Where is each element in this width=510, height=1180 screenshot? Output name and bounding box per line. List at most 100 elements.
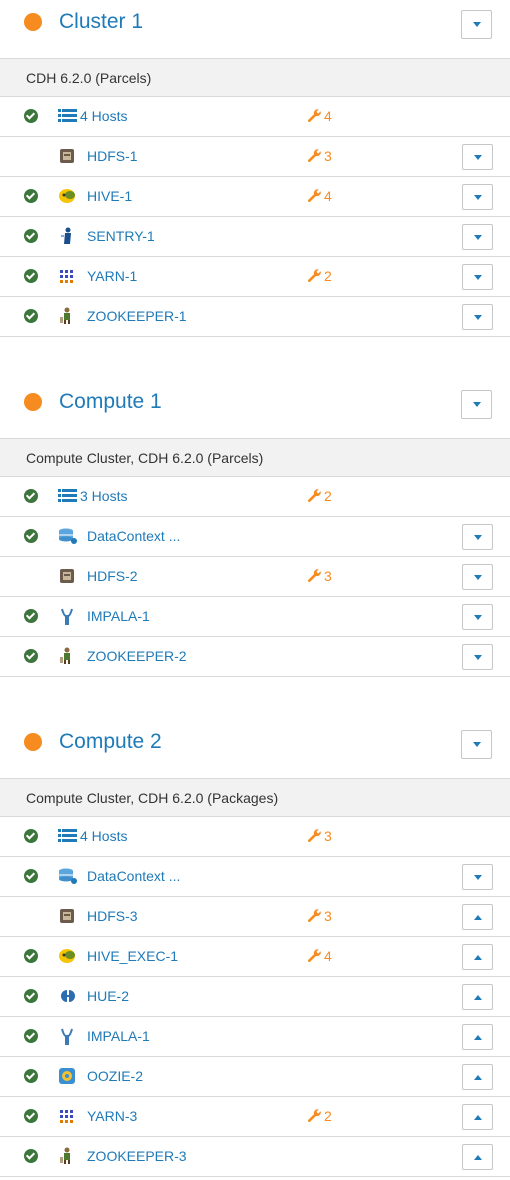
config-issues-link[interactable]: 3 [307,137,332,176]
caret-up-icon [473,1154,482,1160]
config-issues-count: 4 [324,188,332,204]
wrench-icon [308,909,321,922]
config-issues-link[interactable]: 4 [307,177,332,216]
cluster-version-label: CDH 6.2.0 (Parcels) [0,58,510,97]
dropdown-button[interactable] [462,644,493,670]
zookeeper-icon [58,1147,76,1165]
config-issues-link[interactable]: 3 [307,817,332,856]
service-row: HDFS-1 3 [0,137,510,177]
good-health-icon [24,1069,38,1083]
good-health-icon [24,869,38,883]
service-name-link[interactable]: ZOOKEEPER-1 [87,297,187,336]
caret-down-icon [473,274,482,280]
wrench-icon [308,1109,321,1122]
dropdown-button[interactable] [462,1064,493,1090]
dropdown-button[interactable] [461,10,492,39]
hosts-link[interactable]: 4 Hosts [80,97,127,136]
config-issues-count: 2 [324,1108,332,1124]
dropdown-button[interactable] [462,264,493,290]
service-name-link[interactable]: YARN-1 [87,257,137,296]
impala-icon [58,1027,76,1045]
caret-down-icon [473,654,482,660]
hive-icon [58,947,76,965]
dropdown-button[interactable] [462,304,493,330]
good-health-icon [24,829,38,843]
config-issues-link[interactable]: 2 [307,477,332,516]
service-name-link[interactable]: ZOOKEEPER-2 [87,637,187,676]
service-name-link[interactable]: HIVE_EXEC-1 [87,937,178,976]
config-issues-count: 2 [324,268,332,284]
cluster-name-link[interactable]: Compute 2 [59,728,162,756]
dropdown-button[interactable] [462,984,493,1010]
good-health-icon [24,109,38,123]
service-name-link[interactable]: HDFS-2 [87,557,138,596]
config-issues-link[interactable]: 4 [307,97,332,136]
warning-status-icon [24,149,38,163]
dropdown-button[interactable] [462,1104,493,1130]
sentry-icon [58,227,76,245]
service-name-link[interactable]: IMPALA-1 [87,597,150,636]
caret-up-icon [473,1114,482,1120]
cluster-section: Compute 2 Compute Cluster, CDH 6.2.0 (Pac… [0,720,510,1177]
config-issues-link[interactable]: 2 [307,257,332,296]
dropdown-button[interactable] [462,864,493,890]
cluster-header: Compute 2 [0,720,510,778]
config-issues-link[interactable]: 4 [307,937,332,976]
service-name-link[interactable]: HUE-2 [87,977,129,1016]
service-name-link[interactable]: SENTRY-1 [87,217,155,256]
service-name-link[interactable]: ZOOKEEPER-3 [87,1137,187,1176]
good-health-icon [24,309,38,323]
datacontext-icon [58,867,77,885]
dropdown-button[interactable] [462,564,493,590]
service-name-link[interactable]: HDFS-3 [87,897,138,936]
cluster-name-link[interactable]: Compute 1 [59,388,162,416]
dropdown-button[interactable] [462,524,493,550]
cluster-section: Compute 1 Compute Cluster, CDH 6.2.0 (Par… [0,380,510,677]
service-name-link[interactable]: HDFS-1 [87,137,138,176]
service-row: HDFS-3 3 [0,897,510,937]
dropdown-button[interactable] [462,604,493,630]
caret-down-icon [473,874,482,880]
good-health-icon [24,189,38,203]
config-issues-link[interactable]: 3 [307,897,332,936]
caret-down-icon [472,402,481,407]
cluster-name-link[interactable]: Cluster 1 [59,8,143,36]
wrench-icon [308,149,321,162]
service-name-link[interactable]: DataContext ... [87,517,180,556]
hosts-link[interactable]: 4 Hosts [80,817,127,856]
service-row: DataContext ... [0,857,510,897]
wrench-icon [308,109,321,122]
service-row: HDFS-2 3 [0,557,510,597]
dropdown-button[interactable] [462,1024,493,1050]
dropdown-button[interactable] [462,944,493,970]
service-name-link[interactable]: DataContext ... [87,857,180,896]
config-issues-link[interactable]: 3 [307,557,332,596]
dropdown-button[interactable] [462,184,493,210]
dropdown-button[interactable] [462,1144,493,1170]
caret-down-icon [473,574,482,580]
good-health-icon [24,269,38,283]
service-name-link[interactable]: IMPALA-1 [87,1017,150,1056]
service-row: HUE-2 [0,977,510,1017]
config-issues-count: 4 [324,948,332,964]
service-name-link[interactable]: YARN-3 [87,1097,137,1136]
dropdown-button[interactable] [462,904,493,930]
dropdown-button[interactable] [461,730,492,759]
wrench-icon [308,189,321,202]
dropdown-button[interactable] [462,144,493,170]
dropdown-button[interactable] [462,224,493,250]
service-name-link[interactable]: HIVE-1 [87,177,132,216]
caret-up-icon [473,994,482,1000]
warning-status-icon [24,569,38,583]
good-health-icon [24,609,38,623]
good-health-icon [24,489,38,503]
caret-down-icon [473,234,482,240]
service-row: SENTRY-1 [0,217,510,257]
hive-icon [58,187,76,205]
service-name-link[interactable]: OOZIE-2 [87,1057,143,1096]
hdfs-icon [58,907,76,925]
hosts-link[interactable]: 3 Hosts [80,477,127,516]
config-issues-link[interactable]: 2 [307,1097,332,1136]
impala-icon [58,607,76,625]
dropdown-button[interactable] [461,390,492,419]
